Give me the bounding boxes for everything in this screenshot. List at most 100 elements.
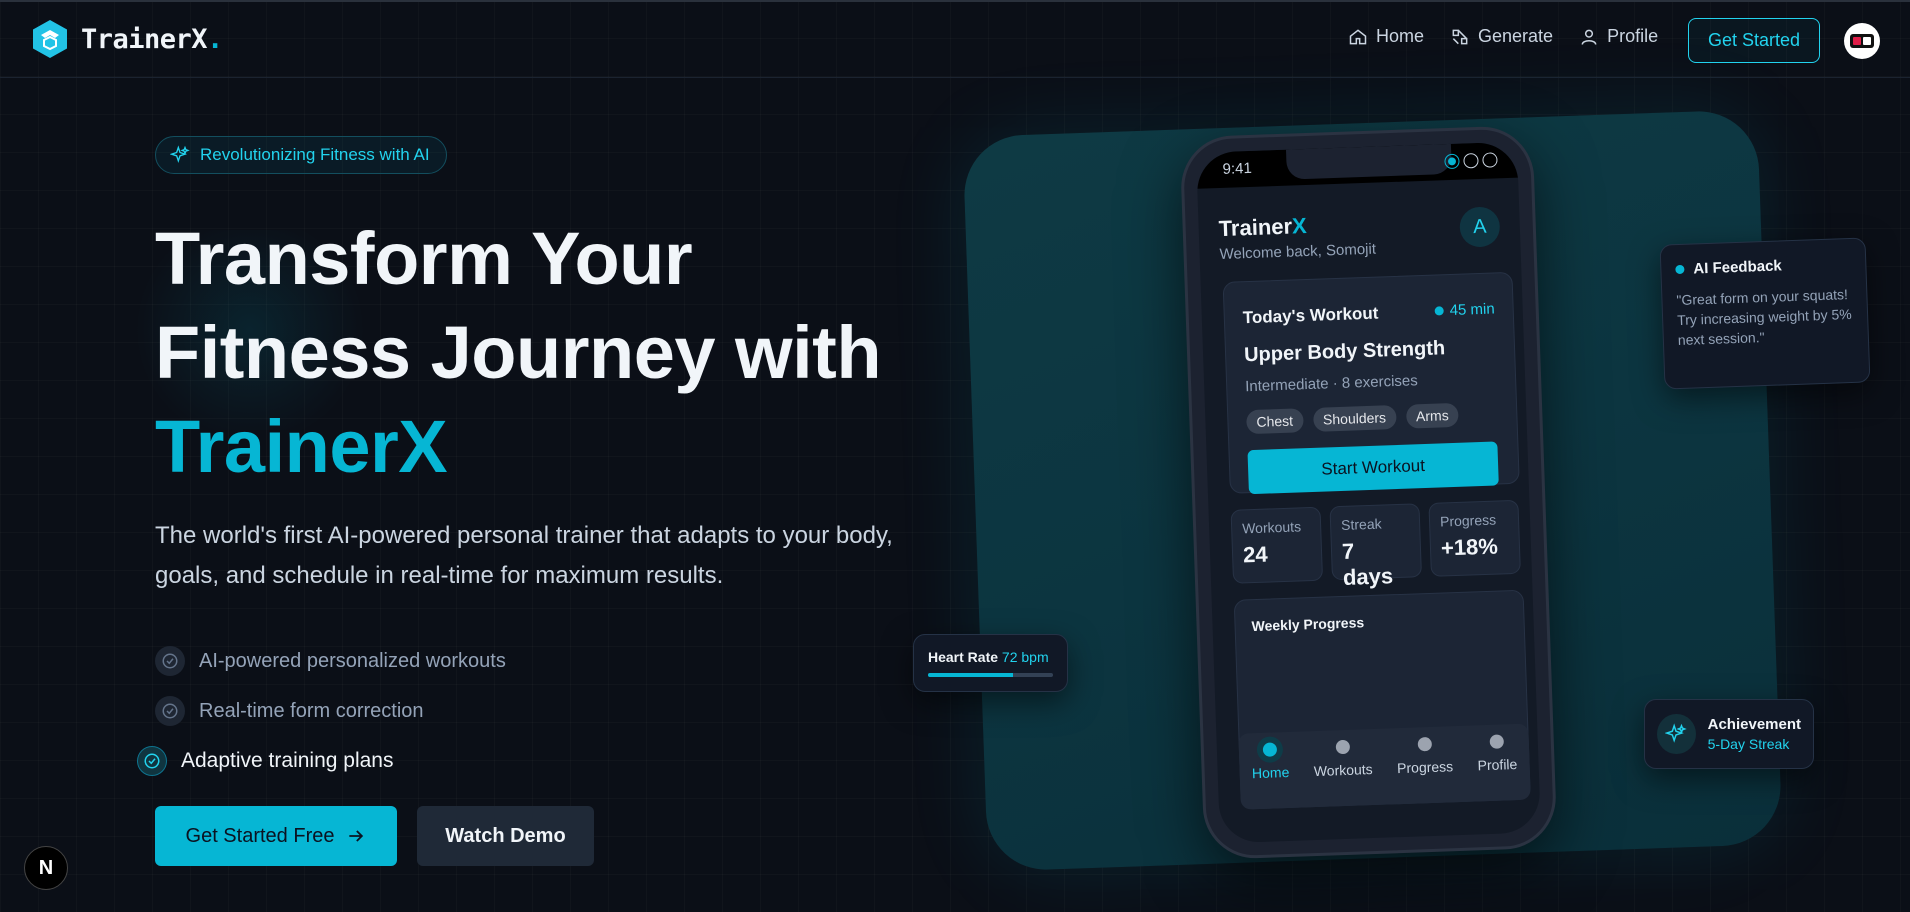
hero-title-accent: TrainerX — [155, 405, 448, 488]
achievement-title: Achievement — [1707, 716, 1801, 733]
hero-badge: Revolutionizing Fitness with AI — [155, 136, 447, 174]
workout-name: Upper Body Strength — [1243, 337, 1446, 367]
nav-get-started-button[interactable]: Get Started — [1688, 18, 1820, 63]
stat-value: 24 — [1242, 541, 1269, 568]
sparkle-icon — [1657, 714, 1696, 754]
user-icon — [1581, 29, 1597, 45]
status-dot-icon — [1463, 152, 1479, 169]
status-dot-icon — [1482, 152, 1498, 168]
ai-feedback-title: AI Feedback — [1675, 255, 1851, 278]
weekly-progress-title: Weekly Progress — [1251, 614, 1365, 635]
feature-label: Real-time form correction — [199, 699, 424, 722]
arrow-right-icon — [349, 830, 364, 842]
get-started-free-label: Get Started Free — [185, 824, 335, 847]
tab-progress[interactable]: Progress — [1396, 736, 1453, 776]
hero-title-line2: Fitness Journey with — [155, 311, 882, 394]
tab-dot-icon — [1489, 734, 1504, 749]
stat-value: +18% — [1440, 533, 1499, 561]
tab-profile[interactable]: Profile — [1477, 734, 1518, 773]
nav-home-label: Home — [1376, 26, 1425, 46]
check-circle-icon — [137, 746, 167, 776]
app-title: TrainerX — [1218, 213, 1308, 242]
heart-rate-row: Heart Rate 72 bpm — [928, 649, 1053, 665]
start-workout-button[interactable]: Start Workout — [1247, 441, 1499, 495]
nav-profile-label: Profile — [1607, 26, 1659, 46]
workout-tag: Chest — [1246, 408, 1304, 435]
achievement-text: Achievement 5-Day Streak — [1708, 716, 1801, 752]
sparkle-icon — [170, 145, 190, 163]
phone-tab-bar: Home Workouts Progress Profile — [1238, 723, 1531, 810]
heart-rate-label: Heart Rate — [928, 649, 999, 665]
workout-tags: Chest Shoulders Arms — [1246, 402, 1460, 435]
stat-card: Streak 7 days — [1329, 503, 1422, 590]
tab-home[interactable]: Home — [1251, 742, 1290, 781]
heart-rate-bar — [928, 673, 1053, 677]
workout-meta: Intermediate · 8 exercises — [1244, 372, 1419, 396]
heart-rate-bar-fill — [928, 673, 1013, 677]
workout-duration: 45 min — [1434, 300, 1495, 319]
nav-profile-link[interactable]: Profile — [1579, 26, 1658, 47]
stat-value: 7 days — [1341, 538, 1394, 590]
status-dot-icon — [1444, 153, 1460, 170]
tab-label: Profile — [1477, 755, 1518, 774]
generate-icon — [1452, 29, 1468, 44]
app-avatar[interactable]: A — [1459, 206, 1501, 248]
check-circle-icon — [155, 696, 185, 726]
feature-item-active: Adaptive training plans — [137, 736, 506, 786]
tab-label: Home — [1251, 763, 1290, 782]
app-header: TrainerX Welcome back, Somojit A — [1197, 178, 1521, 279]
workout-tag: Shoulders — [1312, 405, 1397, 432]
user-avatar-logo-icon — [1850, 34, 1874, 48]
tab-dot-icon — [1335, 739, 1350, 755]
todays-workout-card: Today's Workout 45 min Upper Body Streng… — [1222, 271, 1520, 495]
brand-logo-icon — [33, 20, 67, 58]
watch-demo-button[interactable]: Watch Demo — [417, 806, 594, 866]
achievement-subtitle: 5-Day Streak — [1707, 736, 1790, 752]
feature-item: Real-time form correction — [155, 686, 506, 736]
status-indicators — [1444, 152, 1498, 170]
feature-item: AI-powered personalized workouts — [155, 636, 506, 686]
brand[interactable]: TrainerX. — [29, 18, 223, 60]
feature-list: AI-powered personalized workouts Real-ti… — [137, 636, 506, 786]
stat-card: Workouts 24 — [1230, 506, 1324, 584]
stat-label: Streak — [1340, 515, 1382, 533]
app-welcome-text: Welcome back, Somojit — [1219, 240, 1377, 264]
workout-tag: Arms — [1405, 402, 1460, 429]
stat-card: Progress +18% — [1428, 499, 1521, 577]
hero-title-line1: Transform Your — [155, 217, 693, 300]
hero-badge-label: Revolutionizing Fitness with AI — [200, 145, 430, 164]
tab-label: Progress — [1396, 758, 1454, 777]
nav-generate-label: Generate — [1478, 26, 1554, 46]
feature-label: AI-powered personalized workouts — [199, 649, 506, 672]
check-circle-icon — [155, 646, 185, 676]
top-navbar: TrainerX. Home Generate Profile Get Star… — [0, 0, 1910, 78]
get-started-free-button[interactable]: Get Started Free — [155, 806, 397, 866]
home-icon — [1349, 28, 1367, 44]
stat-label: Progress — [1439, 511, 1497, 530]
phone-mockup: 9:41 TrainerX Welcome back, Somojit A To… — [1179, 125, 1558, 860]
nav-generate-link[interactable]: Generate — [1450, 26, 1553, 47]
nav-home-link[interactable]: Home — [1348, 26, 1424, 47]
hero-title: Transform Your Fitness Journey with Trai… — [155, 212, 915, 494]
status-time: 9:41 — [1222, 159, 1253, 178]
nextjs-dev-badge-icon[interactable]: N — [24, 846, 68, 890]
phone-screen: 9:41 TrainerX Welcome back, Somojit A To… — [1196, 141, 1541, 844]
heart-rate-card: Heart Rate 72 bpm — [913, 634, 1068, 692]
tab-workouts[interactable]: Workouts — [1313, 739, 1373, 779]
stat-label: Workouts — [1241, 518, 1302, 537]
tab-label: Workouts — [1313, 761, 1373, 780]
stats-row: Workouts 24 Streak 7 days Progress +18% — [1230, 499, 1521, 590]
user-avatar[interactable] — [1844, 23, 1880, 59]
nav-links: Home Generate Profile — [1348, 26, 1658, 47]
phone-notch — [1285, 143, 1452, 180]
ai-feedback-card: AI Feedback "Great form on your squats! … — [1659, 237, 1871, 390]
brand-name: TrainerX. — [81, 23, 223, 55]
heart-rate-value: 72 bpm — [1001, 649, 1049, 665]
workout-heading: Today's Workout — [1242, 303, 1379, 328]
ai-feedback-text: "Great form on your squats! Try increasi… — [1676, 286, 1852, 349]
tab-dot-icon — [1262, 742, 1278, 757]
hero-subtitle: The world's first AI-powered personal tr… — [155, 522, 893, 589]
feature-label: Adaptive training plans — [181, 749, 394, 772]
tab-dot-icon — [1417, 736, 1432, 752]
achievement-card: Achievement 5-Day Streak — [1644, 699, 1814, 769]
